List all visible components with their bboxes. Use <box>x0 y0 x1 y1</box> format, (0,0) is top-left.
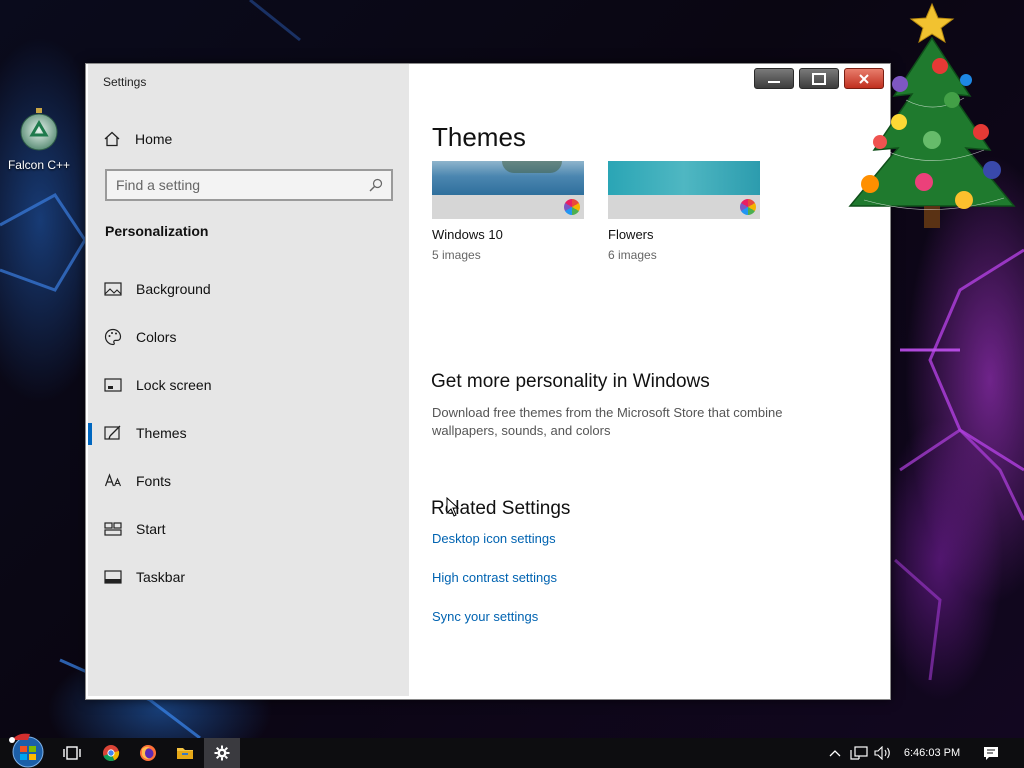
section-label: Personalization <box>105 223 209 239</box>
christmas-tree-decoration <box>848 2 1016 228</box>
theme-card-windows-10[interactable]: Windows 10 5 images <box>432 161 584 262</box>
search-input[interactable] <box>116 177 369 193</box>
sidebar-item-label: Fonts <box>136 473 172 489</box>
palette-icon <box>104 328 122 346</box>
desktop-icon-falcon[interactable]: Falcon C++ <box>6 108 72 172</box>
recycle-bin-icon <box>19 108 59 152</box>
sidebar-item-background[interactable]: Background <box>88 265 409 313</box>
sidebar-item-label: Colors <box>136 329 177 345</box>
taskbar: 6:46:03 PM <box>0 733 1024 768</box>
notification-icon <box>984 746 998 760</box>
task-view-button[interactable] <box>54 738 90 768</box>
theme-name: Windows 10 <box>432 227 503 242</box>
network-button[interactable] <box>848 738 870 768</box>
sidebar-item-label: Lock screen <box>136 377 212 393</box>
file-explorer-button[interactable] <box>167 738 203 768</box>
search-box <box>105 169 393 201</box>
minimize-button[interactable] <box>754 68 794 89</box>
sidebar-item-label: Taskbar <box>136 569 186 585</box>
sidebar-item-colors[interactable]: Colors <box>88 313 409 361</box>
sidebar-item-taskbar[interactable]: Taskbar <box>88 553 409 601</box>
sidebar-item-themes[interactable]: Themes <box>88 409 409 457</box>
theme-image-count: 5 images <box>432 248 481 262</box>
maximize-icon <box>812 72 826 85</box>
theme-thumbnail <box>432 161 584 219</box>
chevron-up-icon <box>829 750 841 757</box>
theme-image-count: 6 images <box>608 248 657 262</box>
nav-list: Background Colors Lock screen Themes Fon… <box>88 265 409 601</box>
sync-settings-link[interactable]: Sync your settings <box>432 609 538 624</box>
page-title: Themes <box>432 122 526 152</box>
start-orb-icon <box>9 733 44 768</box>
desktop-icon-settings-link[interactable]: Desktop icon settings <box>432 531 556 546</box>
sidebar-item-start[interactable]: Start <box>88 505 409 553</box>
sidebar-item-label: Background <box>136 281 211 297</box>
action-center-button[interactable] <box>980 738 1002 768</box>
theme-thumbnail <box>608 161 760 219</box>
picture-icon <box>104 280 122 298</box>
settings-gear-icon <box>214 745 230 761</box>
minimize-icon <box>768 80 780 83</box>
show-hidden-icons-button[interactable] <box>826 738 844 768</box>
more-personality-description: Download free themes from the Microsoft … <box>432 405 783 438</box>
start-button[interactable] <box>8 732 46 768</box>
fonts-icon <box>104 472 122 490</box>
home-label: Home <box>135 131 173 147</box>
task-view-icon <box>63 746 81 760</box>
chrome-button[interactable] <box>93 738 129 768</box>
sidebar-item-label: Themes <box>136 425 187 441</box>
color-wheel-icon <box>740 199 756 215</box>
settings-taskbar-button[interactable] <box>204 738 240 768</box>
home-button[interactable]: Home <box>103 128 172 150</box>
maximize-button[interactable] <box>799 68 839 89</box>
desktop-icon-label: Falcon C++ <box>7 158 71 172</box>
home-icon <box>103 130 121 148</box>
themes-icon <box>104 424 122 442</box>
settings-window: Settings Home Personalization Background <box>85 63 891 700</box>
main-content: Themes Windows 10 5 images Flowers 6 ima… <box>409 64 890 699</box>
firefox-button[interactable] <box>130 738 166 768</box>
high-contrast-settings-link[interactable]: High contrast settings <box>432 570 557 585</box>
app-title: Settings <box>103 75 147 89</box>
theme-name: Flowers <box>608 227 654 242</box>
sidebar-item-lock-screen[interactable]: Lock screen <box>88 361 409 409</box>
color-wheel-icon <box>564 199 580 215</box>
chrome-icon <box>103 745 120 762</box>
sidebar: Settings Home Personalization Background <box>88 64 409 696</box>
network-icon <box>850 746 868 760</box>
taskbar-clock[interactable]: 6:46:03 PM <box>896 738 968 768</box>
search-icon[interactable] <box>369 178 383 192</box>
start-icon <box>104 520 122 538</box>
firefox-icon <box>140 745 156 761</box>
more-personality-heading: Get more personality in Windows <box>431 371 710 392</box>
sidebar-item-fonts[interactable]: Fonts <box>88 457 409 505</box>
lock-screen-icon <box>104 376 122 394</box>
taskbar-icon <box>104 568 122 586</box>
volume-button[interactable] <box>872 738 894 768</box>
volume-icon <box>874 746 890 760</box>
theme-card-flowers[interactable]: Flowers 6 images <box>608 161 760 262</box>
sidebar-item-label: Start <box>136 521 166 537</box>
mouse-cursor <box>446 497 460 517</box>
file-explorer-icon <box>177 748 193 759</box>
